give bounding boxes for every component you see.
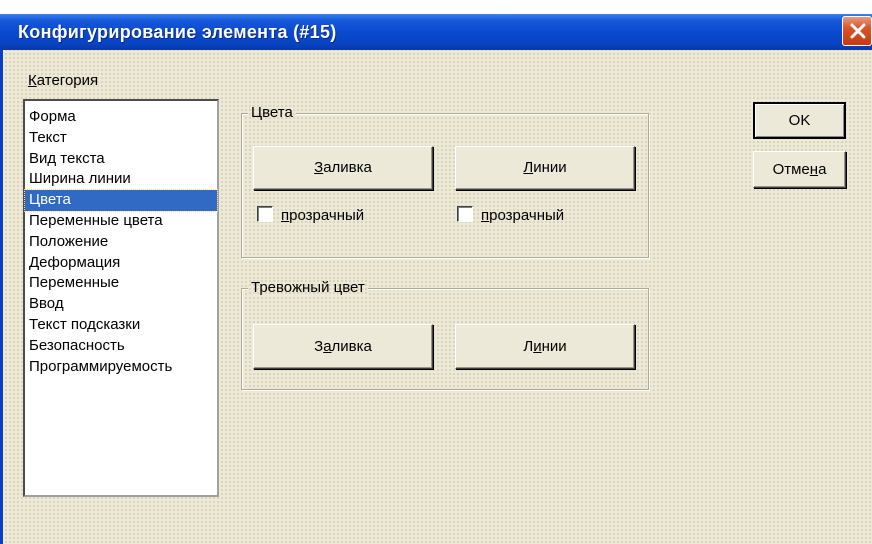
list-item-deformation[interactable]: Деформация <box>25 253 217 274</box>
list-item-security[interactable]: Безопасность <box>25 336 217 357</box>
list-item-input[interactable]: Ввод <box>25 294 217 315</box>
cancel-button[interactable]: Отмена <box>753 151 846 188</box>
category-listbox[interactable]: Форма Текст Вид текста Ширина линии Цвет… <box>23 99 219 497</box>
list-item-tooltip-text[interactable]: Текст подсказки <box>25 315 217 336</box>
list-item-programmability[interactable]: Программируемость <box>25 357 217 378</box>
list-item-form[interactable]: Форма <box>25 107 217 128</box>
category-label: Категория <box>28 72 99 89</box>
colors-lines-button[interactable]: Линии <box>455 146 635 190</box>
alarm-fill-button[interactable]: Заливка <box>253 324 433 369</box>
list-item-text[interactable]: Текст <box>25 128 217 149</box>
list-item-position[interactable]: Положение <box>25 232 217 253</box>
checkbox-box[interactable] <box>257 206 273 222</box>
list-item-variable-colors[interactable]: Переменные цвета <box>25 211 217 232</box>
title-bar[interactable]: Конфигурирование элемента (#15) <box>0 14 872 50</box>
list-item-line-width[interactable]: Ширина линии <box>25 169 217 190</box>
checkbox-box[interactable] <box>457 206 473 222</box>
ok-button[interactable]: OK <box>753 102 846 139</box>
colors-fill-button[interactable]: Заливка <box>253 146 433 190</box>
fill-transparent-checkbox[interactable]: прозрачный <box>257 206 364 224</box>
window-frame-left <box>0 50 3 544</box>
colors-group-title: Цвета <box>248 104 296 121</box>
alarm-color-group-title: Тревожный цвет <box>248 279 368 296</box>
list-item-colors[interactable]: Цвета <box>24 189 218 212</box>
close-button[interactable] <box>842 16 872 46</box>
close-icon <box>850 23 866 39</box>
dialog-title: Конфигурирование элемента (#15) <box>18 22 337 42</box>
lines-transparent-checkbox[interactable]: прозрачный <box>457 206 564 224</box>
list-item-variables[interactable]: Переменные <box>25 273 217 294</box>
list-item-text-style[interactable]: Вид текста <box>25 149 217 170</box>
cropped-document-text <box>0 0 872 14</box>
alarm-lines-button[interactable]: Линии <box>455 324 635 369</box>
